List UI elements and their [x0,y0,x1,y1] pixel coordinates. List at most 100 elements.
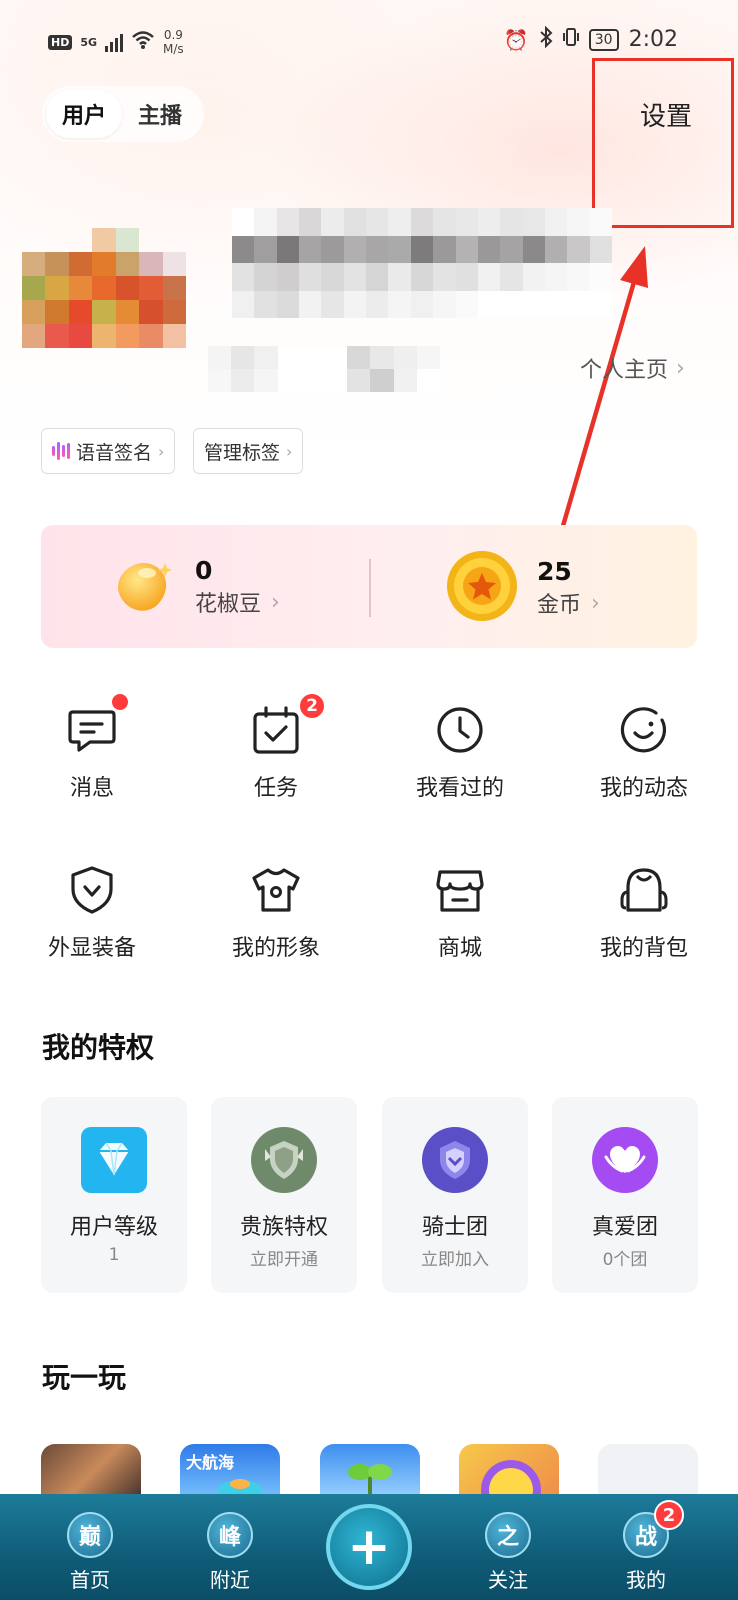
coin-icon [445,549,519,627]
speed-value: 0.9 [163,28,183,42]
profile-info-blurred [208,346,440,392]
nav-home[interactable]: 巅 首页 [50,1512,130,1593]
clock: 2:02 [628,27,678,52]
diamond-icon [81,1127,147,1193]
bean-icon [105,549,177,625]
personal-homepage-link[interactable]: 个人主页 › [580,352,685,384]
heart-hands-icon [592,1127,658,1193]
voice-signature-label: 语音签名 [76,441,153,464]
unread-dot [112,694,128,710]
create-live-button[interactable]: + [326,1504,412,1590]
quick-item-label: 消息 [69,776,114,801]
privilege-user-level[interactable]: 用户等级 1 [41,1097,187,1293]
privilege-knights[interactable]: 骑士团 立即加入 [382,1097,528,1293]
beans-value: 0 [195,556,213,585]
wifi-icon [131,30,155,54]
nav-label: 我的 [626,1568,666,1592]
store-icon [432,862,488,918]
quick-item-tasks[interactable]: 2 任务 [196,692,356,802]
privilege-sub: 0个团 [602,1250,648,1270]
quick-item-label: 任务 [253,776,298,801]
privilege-label: 真爱团 [591,1215,658,1240]
knight-shield-icon [422,1127,488,1193]
highlight-box [592,58,734,228]
privilege-label: 骑士团 [421,1215,488,1240]
task-icon: 2 [248,692,326,758]
chevron-right-icon: › [591,590,600,616]
svg-text:大航海: 大航海 [186,1453,234,1472]
quick-item-avatar-look[interactable]: 我的形象 [196,862,356,962]
privilege-noble[interactable]: 贵族特权 立即开通 [211,1097,357,1293]
message-icon [64,694,128,758]
nav-nearby[interactable]: 峰 附近 [190,1512,270,1593]
avatar[interactable] [22,228,186,348]
tab-user[interactable]: 用户 [46,90,122,138]
coins-item[interactable]: 25 金币 › [445,549,600,627]
signal-icon [105,32,124,52]
bluetooth-icon [539,25,553,53]
noble-shield-icon [251,1127,317,1193]
backpack-icon [616,862,672,918]
shield-icon [64,862,120,918]
wallet-divider [369,559,371,617]
quick-item-label: 我看过的 [415,776,504,801]
beans-label: 花椒豆 [195,592,262,617]
nav-me[interactable]: 战 我的 2 [606,1500,686,1593]
coins-label: 金币 [537,593,582,618]
privilege-label: 贵族特权 [239,1215,328,1240]
quick-item-label: 外显装备 [47,936,136,961]
quick-item-history[interactable]: 我看过的 [380,702,540,802]
username-blurred [232,208,612,318]
privilege-sub: 1 [108,1245,120,1265]
games-title: 玩一玩 [42,1361,127,1394]
nav-label: 首页 [70,1568,110,1592]
quick-item-label: 我的背包 [599,936,688,961]
privileges-title: 我的特权 [42,1031,155,1064]
nav-following[interactable]: 之 关注 [468,1512,548,1593]
homepage-label: 个人主页 [580,358,669,383]
manage-tags-chip[interactable]: 管理标签 › [193,428,304,474]
quick-item-backpack[interactable]: 我的背包 [564,862,724,962]
quick-item-label: 我的动态 [599,776,688,801]
quick-item-equipment[interactable]: 外显装备 [12,862,172,962]
alarm-icon: ⏰ [503,27,529,52]
privilege-label: 用户等级 [69,1215,158,1240]
history-clock-icon [432,702,488,758]
chevron-right-icon: › [676,355,685,381]
network-speed: 0.9 M/s [163,28,184,56]
tshirt-icon [248,862,304,918]
quick-item-store[interactable]: 商城 [380,862,540,962]
hd-badge: HD [48,34,73,50]
chevron-right-icon: › [286,441,293,461]
chevron-right-icon: › [158,441,165,461]
quick-item-moments[interactable]: 我的动态 [564,702,724,802]
privilege-true-love[interactable]: 真爱团 0个团 [552,1097,698,1293]
quick-item-label: 我的形象 [231,936,320,961]
following-icon: 之 [485,1512,531,1558]
voice-wave-icon [52,441,70,461]
quick-item-label: 商城 [437,936,482,961]
battery-indicator: 30 [588,28,619,51]
nearby-icon: 峰 [207,1512,253,1558]
nav-label: 附近 [210,1568,250,1592]
moments-icon [616,702,672,758]
home-icon: 巅 [67,1512,113,1558]
privilege-sub: 立即加入 [421,1250,489,1270]
speed-unit: M/s [163,42,184,56]
coins-value: 25 [537,557,572,586]
me-badge: 2 [654,1500,684,1530]
network-type: 5G [80,35,98,49]
nav-label: 关注 [488,1568,528,1592]
role-toggle: 用户 主播 [42,86,204,142]
wallet-card: 0 花椒豆 › 25 金币 › [41,525,697,648]
privilege-sub: 立即开通 [250,1250,318,1270]
quick-item-messages[interactable]: 消息 [12,694,172,802]
chevron-right-icon: › [271,589,280,615]
voice-signature-chip[interactable]: 语音签名 › [41,428,176,474]
tab-anchor[interactable]: 主播 [122,90,198,138]
bottom-nav: 巅 首页 峰 附近 + 之 关注 战 我的 2 [0,1494,738,1600]
beans-item[interactable]: 0 花椒豆 › [105,549,280,625]
manage-tags-label: 管理标签 [204,441,281,464]
vibrate-icon [562,26,579,53]
task-badge: 2 [298,692,326,720]
